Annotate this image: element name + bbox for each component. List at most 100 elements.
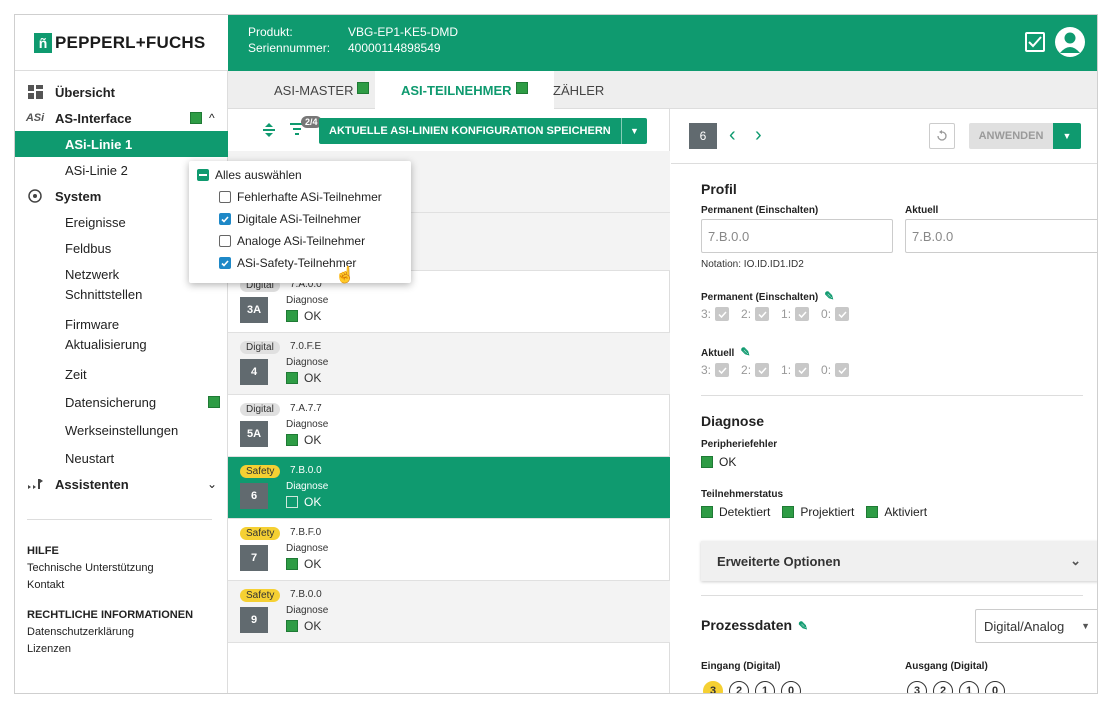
- sidebar-item-asi-line1[interactable]: ASi-Linie 1: [15, 131, 228, 157]
- apply-button[interactable]: ANWENDEN: [969, 123, 1053, 149]
- profile-text: 7.0.F.E: [290, 341, 322, 352]
- input-label: Eingang (Digital): [701, 661, 781, 672]
- sidebar-item-firmware[interactable]: Firmware Aktualisierung: [15, 311, 228, 355]
- caret-down-icon[interactable]: ▼: [1053, 123, 1081, 149]
- sidebar-item-overview[interactable]: Übersicht: [15, 79, 228, 105]
- status-icon: [515, 82, 528, 94]
- save-config-button[interactable]: AKTUELLE ASI-LINIEN KONFIGURATION SPEICH…: [319, 118, 647, 144]
- reset-icon[interactable]: [929, 123, 955, 149]
- extended-options-panel[interactable]: Erweiterte Optionen ⌄: [701, 541, 1097, 581]
- diagnose-label: Diagnose: [286, 481, 329, 492]
- tech-support-link[interactable]: Technische Unterstützung: [27, 562, 154, 574]
- privacy-link[interactable]: Datenschutzerklärung: [27, 626, 134, 638]
- list-item[interactable]: Safety 7.B.F.0 7 Diagnose OK: [228, 519, 670, 581]
- current-bits-row: 3: 2: 1: 0:: [701, 363, 861, 377]
- sort-icon[interactable]: [262, 122, 276, 141]
- chevron-down-icon[interactable]: ⌄: [1070, 553, 1081, 569]
- periph-label: Peripheriefehler: [701, 439, 778, 450]
- checkbox-icon[interactable]: [219, 235, 231, 247]
- sidebar-item-factory-settings[interactable]: Werkseinstellungen: [15, 417, 228, 443]
- filter-option-faulty[interactable]: Fehlerhafte ASi-Teilnehmer: [219, 187, 382, 207]
- brand-mark-icon: ñ: [34, 32, 52, 53]
- tab-counter[interactable]: ZÄHLER: [553, 71, 604, 109]
- pencil-icon[interactable]: ✎: [740, 345, 750, 359]
- licenses-link[interactable]: Lizenzen: [27, 643, 71, 655]
- list-item[interactable]: Safety 7.B.0.0 9 Diagnose OK: [228, 581, 670, 643]
- list-item[interactable]: Digital 7.0.F.E 4 Diagnose OK: [228, 333, 670, 395]
- divider: [671, 163, 1097, 164]
- status-ok: OK: [286, 495, 321, 509]
- filter-option-digital[interactable]: Digitale ASi-Teilnehmer: [219, 209, 361, 229]
- pencil-icon[interactable]: ✎: [824, 289, 834, 303]
- node-badge: 6: [240, 483, 268, 509]
- output-bit[interactable]: 1: [959, 681, 979, 693]
- list-item-selected[interactable]: Safety 7.B.0.0 6 Diagnose OK: [228, 457, 670, 519]
- node-badge: 5A: [240, 421, 268, 447]
- pencil-icon[interactable]: ✎: [798, 619, 808, 633]
- tab-asi-master[interactable]: ASI-MASTER: [274, 71, 370, 109]
- diagnose-heading: Diagnose: [701, 413, 765, 429]
- checkbox-status-icon[interactable]: [1025, 32, 1045, 52]
- diagnose-label: Diagnose: [286, 295, 329, 306]
- output-bit[interactable]: 3: [907, 681, 927, 693]
- list-item[interactable]: Digital 7.A.7.7 5A Diagnose OK: [228, 395, 670, 457]
- profile-text: 7.B.0.0: [290, 589, 322, 600]
- contact-link[interactable]: Kontakt: [27, 579, 64, 591]
- assistant-icon: [27, 476, 43, 492]
- checked-checkbox-icon[interactable]: [219, 257, 231, 269]
- checkbox-icon: [715, 307, 730, 321]
- legal-heading: RECHTLICHE INFORMATIONEN: [27, 609, 194, 621]
- input-bit: 2: [729, 681, 749, 693]
- sidebar-item-assistants[interactable]: Assistenten ⌄: [15, 471, 228, 497]
- process-data-heading: Prozessdaten ✎: [701, 617, 809, 633]
- checked-checkbox-icon[interactable]: [219, 213, 231, 225]
- select-all-option[interactable]: Alles auswählen: [197, 165, 302, 185]
- indeterminate-checkbox-icon[interactable]: [197, 169, 209, 181]
- product-label: Produkt:: [248, 25, 293, 39]
- output-bits: 3 2 1 0: [907, 681, 1011, 693]
- input-bits: 3 2 1 0: [703, 681, 807, 693]
- asi-status-icon: [190, 112, 202, 124]
- dashboard-icon: [27, 84, 43, 100]
- diagnose-label: Diagnose: [286, 419, 329, 430]
- sidebar-item-as-interface[interactable]: ASi AS-Interface ^: [15, 105, 228, 131]
- type-tag: Digital: [240, 341, 280, 354]
- asi-logo-icon: ASi: [25, 112, 45, 124]
- diagnose-label: Diagnose: [286, 543, 329, 554]
- status-icon: [357, 82, 370, 94]
- perm-profile-field[interactable]: 7.B.0.0: [701, 219, 893, 253]
- product-value: VBG-EP1-KE5-DMD: [348, 25, 459, 39]
- tab-asi-participants[interactable]: ASI-TEILNEHMER: [375, 71, 554, 109]
- chevron-down-icon[interactable]: ⌄: [207, 477, 217, 491]
- profile-text: 7.A.7.7: [290, 403, 322, 414]
- caret-down-icon[interactable]: ▼: [621, 118, 647, 144]
- output-bit[interactable]: 2: [933, 681, 953, 693]
- sidebar-item-backup[interactable]: Datensicherung: [15, 389, 228, 415]
- serial-label: Seriennummer:: [248, 41, 331, 55]
- current-profile-field: 7.B.0.0: [905, 219, 1097, 253]
- node-badge: 9: [240, 607, 268, 633]
- chevron-up-icon[interactable]: ^: [209, 111, 215, 125]
- tab-bar: ASI-MASTER ASI-TEILNEHMER ZÄHLER: [228, 71, 1097, 109]
- hand-cursor-icon: ☝: [335, 267, 355, 284]
- participant-status-label: Teilnehmerstatus: [701, 489, 784, 500]
- sidebar-item-time[interactable]: Zeit: [15, 361, 228, 387]
- checkbox-icon[interactable]: [219, 191, 231, 203]
- periph-status: OK: [701, 455, 736, 469]
- chevron-left-icon[interactable]: ‹: [729, 123, 736, 147]
- brand-logo: ñ PEPPERL+FUCHS: [15, 15, 228, 71]
- process-type-select[interactable]: Digital/Analog ▼: [975, 609, 1097, 643]
- filter-option-analog[interactable]: Analoge ASi-Teilnehmer: [219, 231, 365, 251]
- divider: [701, 395, 1083, 396]
- participant-status-row: Detektiert Projektiert Aktiviert: [701, 505, 927, 519]
- perm-bits-row: 3: 2: 1: 0:: [701, 307, 861, 321]
- selected-node-badge: 6: [689, 123, 717, 149]
- caret-down-icon: ▼: [1081, 621, 1090, 631]
- sidebar-item-restart[interactable]: Neustart: [15, 445, 228, 471]
- output-label: Ausgang (Digital): [905, 661, 988, 672]
- list-toolbar: 2/4 AKTUELLE ASI-LINIEN KONFIGURATION SP…: [228, 109, 670, 151]
- profile-text: 7.B.F.0: [290, 527, 322, 538]
- user-avatar-icon[interactable]: [1055, 27, 1085, 57]
- output-bit[interactable]: 0: [985, 681, 1005, 693]
- chevron-right-icon[interactable]: ›: [755, 123, 762, 147]
